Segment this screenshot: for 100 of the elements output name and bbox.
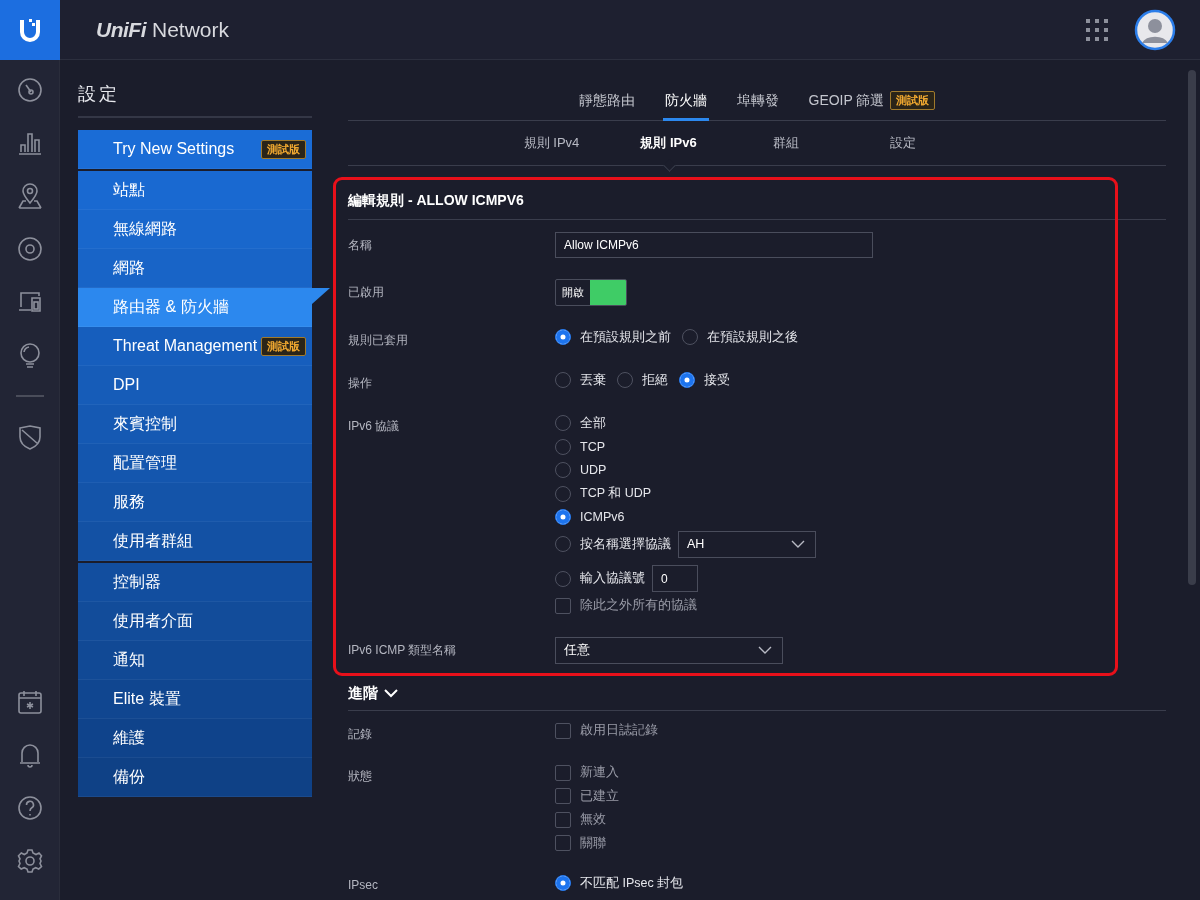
advanced-toggle[interactable]: 進階 — [348, 683, 1166, 711]
menu-label: 使用者群組 — [113, 530, 193, 551]
option-label: ICMPv6 — [580, 510, 625, 524]
checkbox[interactable] — [555, 835, 571, 851]
field-label: 規則已套用 — [348, 332, 409, 349]
checkbox[interactable] — [555, 722, 571, 739]
menu-label: Elite 裝置 — [113, 688, 181, 709]
menu-label: 控制器 — [113, 571, 161, 592]
option-label: TCP 和 UDP — [580, 485, 652, 502]
menu-item[interactable]: 服務 — [78, 483, 312, 522]
radio-button[interactable] — [555, 329, 571, 345]
tab-label: 埠轉發 — [736, 91, 779, 110]
tab-label: GEOIP 篩選 — [808, 91, 885, 110]
dashboard-gauge-icon[interactable] — [16, 77, 43, 103]
radio-button[interactable] — [555, 509, 571, 525]
dropdown[interactable]: 任意 — [555, 636, 783, 664]
option-label: UDP — [580, 463, 607, 477]
brand-name: UniFi — [96, 17, 146, 42]
menu-item[interactable]: 來賓控制 — [78, 405, 312, 444]
calendar-icon[interactable] — [16, 689, 43, 715]
menu-item[interactable]: 通知 — [78, 641, 312, 680]
chevron-down-icon — [384, 686, 398, 700]
option-label: 接受 — [704, 371, 730, 389]
menu-label: 來賓控制 — [113, 413, 177, 434]
avatar-icon[interactable] — [1134, 8, 1176, 51]
menu-label: 無線網路 — [113, 218, 177, 239]
checkbox[interactable] — [555, 597, 571, 614]
option-label: TCP — [580, 439, 605, 454]
menu-label: DPI — [113, 376, 140, 394]
menu-item[interactable]: 備份 — [78, 758, 312, 797]
subtab[interactable]: 規則 IPv6 — [610, 134, 727, 152]
dropdown[interactable]: AH — [678, 530, 816, 558]
menu-item[interactable]: 維護 — [78, 719, 312, 758]
tab[interactable]: 埠轉發 — [734, 88, 781, 121]
option-label: 丟棄 — [580, 371, 606, 389]
menu-item[interactable]: 使用者群組 — [78, 522, 312, 561]
radio-button[interactable] — [679, 372, 695, 388]
subtab[interactable]: 群組 — [727, 134, 844, 152]
option-label: 在預設規則之後 — [707, 328, 798, 346]
menu-label: 維護 — [113, 727, 145, 748]
menu-item[interactable]: Elite 裝置 — [78, 680, 312, 719]
tab-label: 靜態路由 — [578, 91, 635, 110]
menu-item[interactable]: 使用者介面 — [78, 602, 312, 641]
field-label: 記錄 — [348, 725, 373, 743]
toggle-switch[interactable]: 開啟 — [555, 279, 627, 306]
ring-icon[interactable] — [16, 236, 43, 262]
checkbox[interactable] — [555, 764, 571, 781]
subtab[interactable]: 設定 — [844, 134, 961, 152]
menu-label: 配置管理 — [113, 452, 177, 473]
tab[interactable]: 靜態路由 — [576, 88, 637, 121]
field-label: IPv6 ICMP 類型名稱 — [348, 641, 458, 659]
settings-icon[interactable] — [16, 848, 43, 874]
menu-item[interactable]: 配置管理 — [78, 444, 312, 483]
field-label: IPv6 協議 — [348, 418, 401, 435]
beta-badge: 測試版 — [261, 337, 306, 356]
map-pin-icon[interactable] — [16, 183, 43, 209]
menu-item[interactable]: 控制器 — [78, 563, 312, 602]
menu-item[interactable]: Try New Settings 測試版 — [78, 130, 312, 169]
field-label: 操作 — [348, 375, 373, 392]
option-label: 啟用日誌記錄 — [580, 722, 658, 739]
selection-pointer — [312, 288, 330, 304]
option-label: 在預設規則之前 — [580, 328, 671, 346]
name-field[interactable]: Allow ICMPv6 — [555, 232, 873, 258]
devices-icon[interactable] — [16, 289, 43, 315]
field-label: 狀態 — [348, 767, 373, 785]
scrollbar-thumb[interactable] — [1188, 70, 1196, 585]
menu-item[interactable]: 無線網路 — [78, 210, 312, 249]
tab[interactable]: GEOIP 篩選 測試版 — [806, 88, 938, 121]
bar-chart-icon[interactable] — [16, 130, 43, 156]
option-label: 除此之外所有的協議 — [580, 597, 697, 614]
tab[interactable]: 防火牆 — [662, 88, 709, 121]
product-name: Network — [152, 17, 230, 42]
menu-label: 通知 — [113, 649, 145, 670]
number-field[interactable]: 0 — [652, 565, 698, 592]
option-label: 輸入協議號 — [580, 570, 645, 587]
menu-item[interactable]: 站點 — [78, 171, 312, 210]
dropdown-value: 任意 — [564, 641, 590, 659]
menu-item[interactable]: 網路 — [78, 249, 312, 288]
radio-button[interactable] — [555, 875, 571, 891]
option-label: 無效 — [580, 811, 606, 828]
shield-icon[interactable] — [16, 424, 43, 450]
apps-grid-icon[interactable] — [1086, 18, 1108, 41]
dropdown-value: AH — [687, 537, 705, 551]
beta-badge: 測試版 — [261, 140, 306, 159]
option-label: 已建立 — [580, 787, 619, 805]
menu-label: Try New Settings — [113, 140, 235, 158]
tab-label: 防火牆 — [664, 91, 707, 110]
subtab[interactable]: 規則 IPv4 — [493, 134, 610, 152]
beta-badge: 測試版 — [890, 91, 936, 110]
field-label: IPsec — [348, 877, 379, 892]
option-label: 拒絕 — [642, 371, 668, 389]
menu-item[interactable]: DPI — [78, 366, 312, 405]
logo-tile[interactable] — [0, 0, 60, 60]
field-label: 名稱 — [348, 237, 373, 254]
checkbox[interactable] — [555, 788, 571, 804]
help-icon[interactable] — [16, 795, 43, 821]
u-logo-icon — [18, 17, 42, 43]
checkbox[interactable] — [555, 811, 571, 828]
option-label: 新連入 — [580, 764, 619, 781]
menu-item[interactable]: Threat Management 測試版 — [78, 327, 312, 366]
